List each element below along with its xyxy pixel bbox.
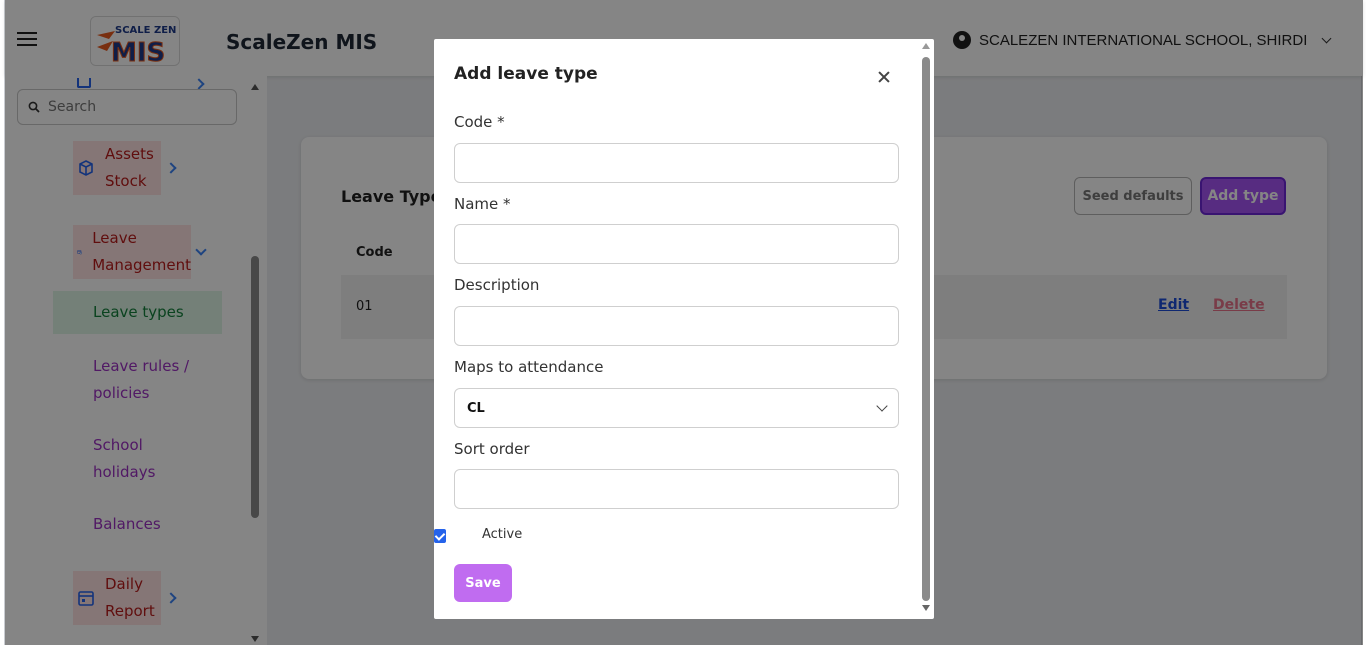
active-label: Active [482,527,523,542]
description-input[interactable] [454,306,899,346]
name-label: Name * [454,195,511,213]
add-leave-type-dialog: Add leave type Code * Name * Description… [434,39,934,619]
scrollbar-thumb[interactable] [922,57,930,601]
close-icon[interactable] [876,69,892,85]
sort-order-label: Sort order [454,440,530,458]
save-button[interactable]: Save [454,564,512,602]
maps-to-attendance-select[interactable]: CL [454,388,899,428]
app-frame: SCALE ZEN MIS ScaleZen MIS SCALEZEN INTE… [4,0,1363,645]
scroll-up-arrow[interactable] [922,43,930,49]
active-checkbox[interactable] [434,529,446,543]
select-value: CL [467,400,485,416]
dialog-title: Add leave type [454,64,598,84]
maps-to-attendance-label: Maps to attendance [454,358,604,376]
code-label: Code * [454,113,505,131]
scroll-down-arrow[interactable] [922,605,930,611]
code-input[interactable] [454,143,899,183]
description-label: Description [454,276,540,294]
dialog-scrollbar[interactable] [920,41,932,615]
name-input[interactable] [454,224,899,264]
sort-order-input[interactable] [454,469,899,509]
chevron-down-icon [876,400,888,412]
